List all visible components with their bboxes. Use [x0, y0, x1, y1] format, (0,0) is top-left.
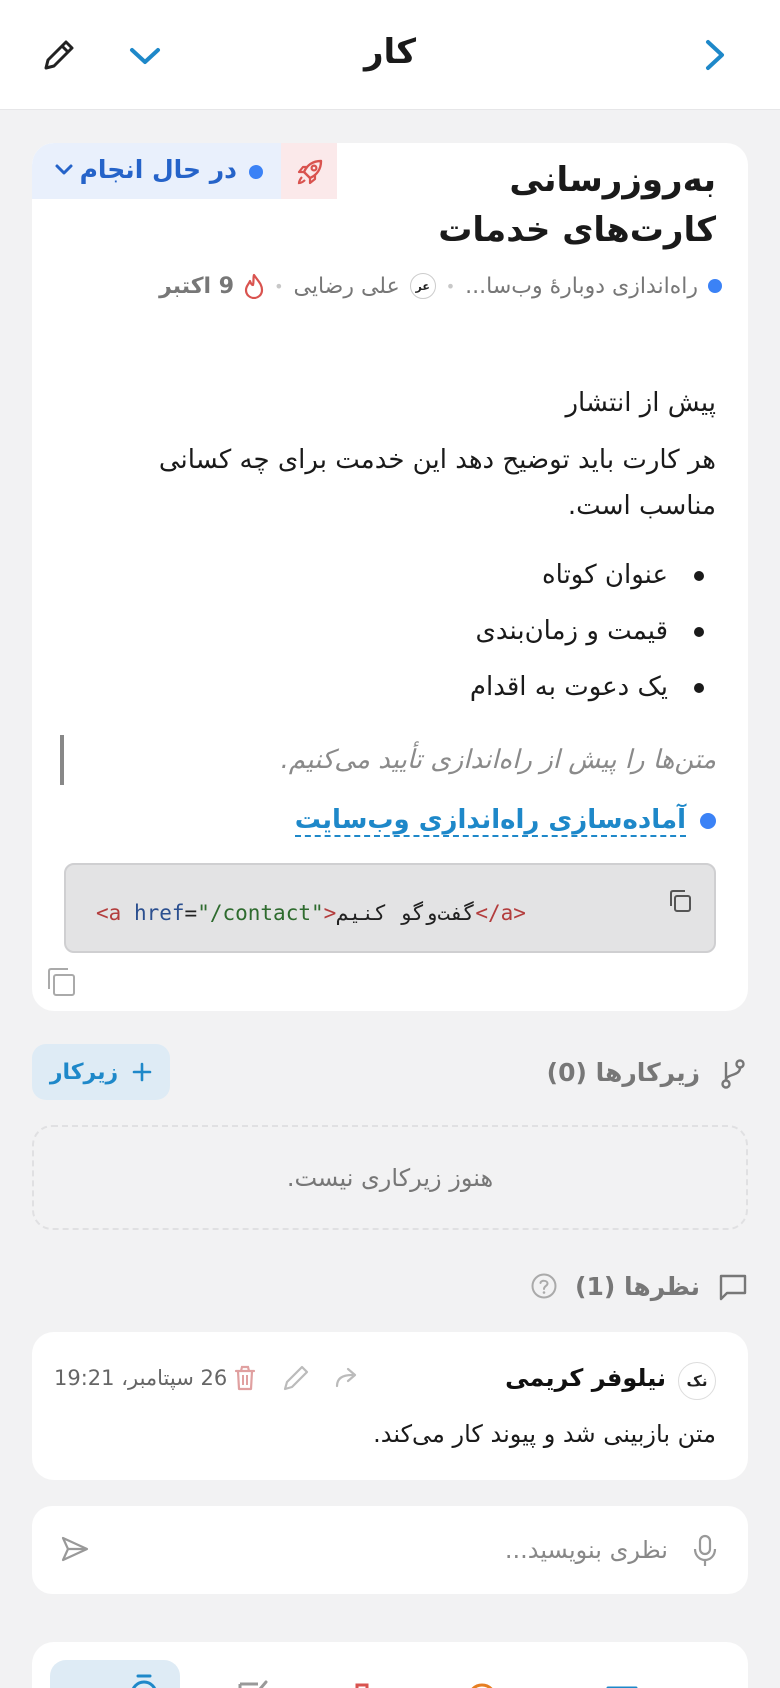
task-meta-row: راه‌اندازی دوبارهٔ وب‌سا... • عر علی رضا… [159, 269, 722, 303]
timer-icon[interactable] [114, 1654, 174, 1688]
comment-icon [719, 1274, 747, 1301]
due-date[interactable]: 9 اکتبر [159, 274, 234, 299]
copy-icon[interactable] [44, 965, 78, 999]
comment-text: متن بازبینی شد و پیوند کار می‌کند. [373, 1420, 716, 1448]
description-bullet-list: عنوان کوتاه قیمت و زمان‌بندی یک دعوت به … [96, 547, 716, 715]
chevron-down-icon[interactable] [128, 44, 162, 68]
task-card: به‌روزرسانی کارت‌های خدمات در حال انجام … [32, 143, 748, 1011]
description-heading: پیش از انتشار [565, 388, 716, 418]
code-tag: <a [96, 901, 122, 925]
code-tag: </a> [475, 901, 526, 925]
comment-item: نک نیلوفر کریمی 26 سپتامبر، 19:21 متن با… [32, 1332, 748, 1480]
plus-icon [132, 1062, 152, 1082]
top-app-bar: کار [0, 0, 780, 110]
linked-doc[interactable]: آماده‌سازی راه‌اندازی وب‌سایت [294, 805, 716, 837]
page-title: کار [363, 32, 417, 72]
status-dropdown[interactable]: در حال انجام [32, 143, 337, 199]
comment-timestamp: 26 سپتامبر، 19:21 [54, 1366, 228, 1390]
separator-dot: • [445, 276, 456, 296]
edit-pencil-icon[interactable] [282, 1364, 310, 1392]
code-tag: > [323, 901, 337, 925]
comment-actions [232, 1364, 362, 1392]
avatar: نک [678, 1362, 716, 1400]
send-icon[interactable] [60, 1534, 90, 1564]
status-label: در حال انجام [79, 155, 237, 184]
subtasks-empty-state: هنوز زیرکاری نیست. [32, 1125, 748, 1230]
assignee-name[interactable]: علی رضایی [294, 274, 400, 299]
doc-dot [700, 813, 716, 829]
linked-doc-title[interactable]: آماده‌سازی راه‌اندازی وب‌سایت [294, 805, 686, 837]
briefcase-icon[interactable] [332, 1654, 392, 1688]
comments-header: نظرها (1) [32, 1270, 748, 1310]
help-icon[interactable] [530, 1272, 558, 1300]
code-text: گفت‌وگو کنیم [336, 901, 476, 925]
edit-pencil-icon[interactable] [42, 38, 76, 72]
status-dot [249, 165, 263, 179]
description-paragraph: هر کارت باید توضیح دهد این خدمت برای چه … [158, 445, 716, 521]
code-attr: href [133, 901, 185, 925]
flame-icon [244, 273, 264, 299]
clock-icon[interactable] [452, 1654, 512, 1688]
code-equals: = [184, 901, 198, 925]
priority-badge [281, 143, 337, 199]
rocket-icon [297, 159, 323, 185]
edit-note-icon[interactable] [222, 1654, 282, 1688]
project-name[interactable]: راه‌اندازی دوبارهٔ وب‌سا... [465, 274, 698, 299]
project-dot [708, 279, 722, 293]
task-description: پیش از انتشار هر کارت باید توضیح دهد این… [96, 383, 716, 715]
microphone-icon[interactable] [692, 1534, 718, 1568]
list-item: یک دعوت به اقدام [96, 659, 716, 715]
comment-composer [32, 1506, 748, 1594]
comment-input[interactable] [148, 1530, 668, 1570]
chevron-down-icon [55, 164, 73, 175]
add-subtask-button[interactable]: زیرکار [32, 1044, 170, 1100]
blockquote: متن‌ها را پیش از راه‌اندازی تأیید می‌کنی… [60, 735, 716, 785]
list-item: عنوان کوتاه [96, 547, 716, 603]
add-subtask-label: زیرکار [49, 1059, 119, 1085]
copy-icon[interactable] [666, 887, 694, 915]
bottom-nav [32, 1642, 748, 1688]
separator-dot: • [274, 276, 284, 296]
trash-icon[interactable] [232, 1364, 258, 1392]
list-item: قیمت و زمان‌بندی [96, 603, 716, 659]
task-title: به‌روزرسانی کارت‌های خدمات [438, 160, 716, 250]
code-string: "/contact" [197, 901, 324, 925]
assignee-avatar: عر [409, 273, 436, 299]
comments-heading: نظرها (1) [575, 1272, 700, 1301]
branch-icon [721, 1059, 745, 1089]
comment-author: نیلوفر کریمی [505, 1364, 666, 1392]
subtasks-heading: زیرکارها (0) [546, 1058, 700, 1087]
menu-icon[interactable] [592, 1654, 652, 1688]
reply-forward-icon[interactable] [334, 1364, 362, 1392]
code-block: <a href="/contact">گفت‌وگو کنیم</a> [64, 863, 716, 953]
